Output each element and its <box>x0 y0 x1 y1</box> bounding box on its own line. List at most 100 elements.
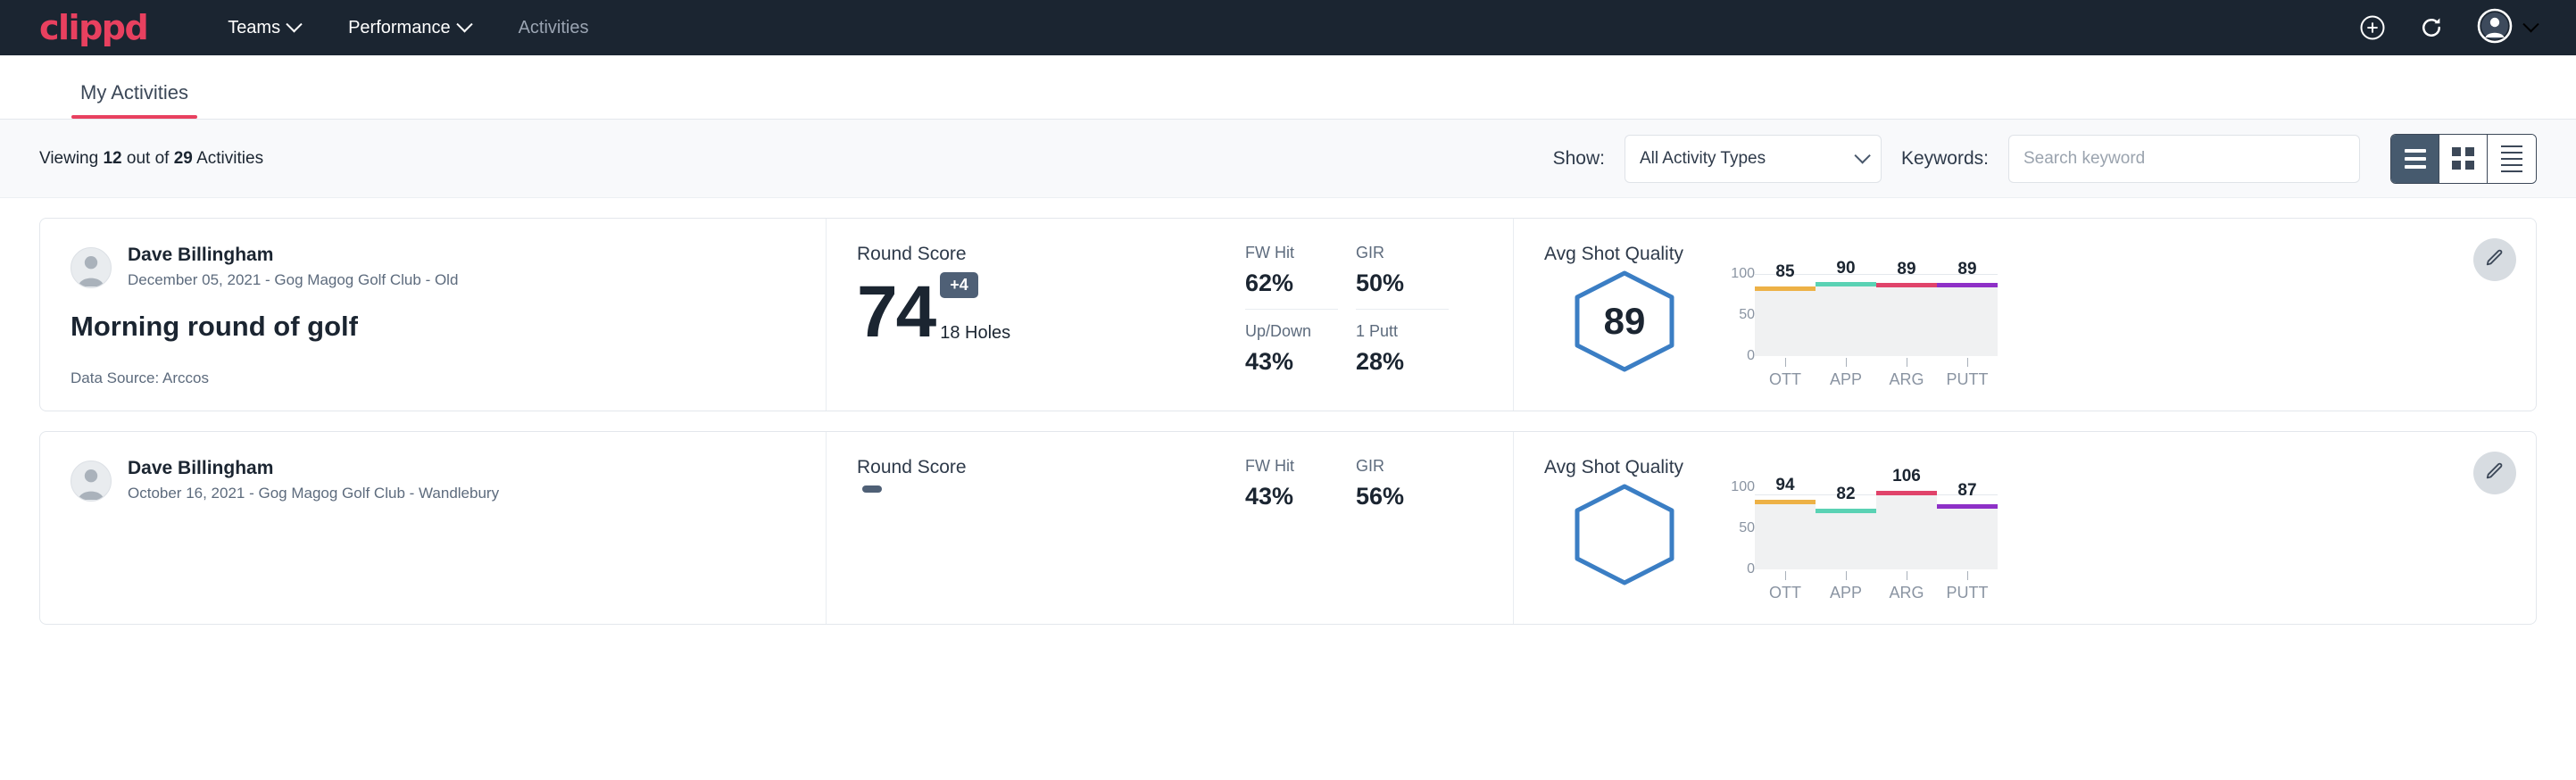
chevron-down-icon <box>2522 16 2539 32</box>
pencil-icon <box>2485 248 2505 272</box>
round-stats: FW Hit 43% GIR 56% <box>1245 432 1513 624</box>
round-score-value: 74 <box>857 278 935 345</box>
activity-meta: December 05, 2021 - Gog Magog Golf Club … <box>128 270 458 291</box>
chart-x-axis: OTT APP ARG PUTT <box>1755 370 1998 389</box>
avg-shot-quality-label: Avg Shot Quality <box>1544 244 2464 265</box>
holes-label: 18 Holes <box>940 323 1010 344</box>
bar-value-app: 90 <box>1816 259 1876 278</box>
activity-user: Dave Billingham October 16, 2021 - Gog M… <box>71 457 795 504</box>
plus-circle-icon[interactable] <box>2359 14 2386 41</box>
x-tick-arg: ARG <box>1876 584 1937 602</box>
activity-card[interactable]: Dave Billingham December 05, 2021 - Gog … <box>39 218 2537 411</box>
bar-putt: 87 <box>1937 487 1998 569</box>
activity-type-select-value: All Activity Types <box>1640 149 1766 169</box>
stat-value-fw-hit: 62% <box>1245 270 1338 297</box>
bar-value-arg: 89 <box>1876 260 1937 279</box>
nav-item-teams-label: Teams <box>228 18 280 38</box>
activity-type-select[interactable]: All Activity Types <box>1625 135 1882 183</box>
stat-value-fw-hit: 43% <box>1245 483 1338 510</box>
bar-value-arg: 106 <box>1876 467 1937 486</box>
stat-label-1-putt: 1 Putt <box>1356 322 1449 341</box>
score-diff-badge: +4 <box>940 272 978 298</box>
avg-shot-quality-value <box>1569 482 1680 587</box>
y-tick-50: 50 <box>1739 307 1755 323</box>
viewing-count: 12 <box>103 149 121 168</box>
chart-plot-area: 85 90 <box>1755 274 1998 356</box>
viewing-prefix: Viewing <box>39 149 103 168</box>
shot-quality-bar-chart: 100 50 0 94 <box>1716 482 2464 602</box>
y-tick-0: 0 <box>1747 348 1755 364</box>
nav-item-performance[interactable]: Performance <box>348 18 470 38</box>
nav-actions <box>2359 8 2537 48</box>
stat-label-gir: GIR <box>1356 244 1449 262</box>
score-diff-badge <box>862 485 882 493</box>
x-tick-putt: PUTT <box>1937 584 1998 602</box>
grid-view-icon[interactable] <box>2439 135 2488 183</box>
search-input[interactable] <box>2008 135 2360 183</box>
stat-group-left: FW Hit 62% Up/Down 43% <box>1245 244 1338 389</box>
viewing-count-text: Viewing 12 out of 29 Activities <box>39 149 263 169</box>
viewing-mid: out of <box>122 149 174 168</box>
tab-my-activities[interactable]: My Activities <box>71 81 197 119</box>
activity-info: Dave Billingham October 16, 2021 - Gog M… <box>40 432 826 624</box>
activity-card[interactable]: Dave Billingham October 16, 2021 - Gog M… <box>39 431 2537 625</box>
nav-item-performance-label: Performance <box>348 18 451 38</box>
view-mode-toggle <box>2390 134 2537 184</box>
bar-app: 90 <box>1816 274 1876 356</box>
chart-plot-area: 94 82 106 <box>1755 487 1998 569</box>
nav-item-activities[interactable]: Activities <box>519 18 589 38</box>
tab-bar: My Activities <box>0 55 2576 120</box>
list-view-icon[interactable] <box>2391 135 2439 183</box>
stat-group-right: GIR 50% 1 Putt 28% <box>1356 244 1449 389</box>
chart-x-axis: OTT APP ARG PUTT <box>1755 584 1998 602</box>
edit-activity-button[interactable] <box>2473 452 2516 494</box>
x-tick-putt: PUTT <box>1937 370 1998 389</box>
user-menu[interactable] <box>2477 8 2537 48</box>
filter-bar: Viewing 12 out of 29 Activities Show: Al… <box>0 120 2576 198</box>
pencil-icon <box>2485 461 2505 485</box>
avg-shot-quality-section: Avg Shot Quality 89 100 50 0 <box>1513 219 2536 411</box>
keywords-label: Keywords: <box>1901 148 1989 170</box>
avg-shot-quality-hexagon: 89 <box>1569 269 1680 374</box>
bar-value-putt: 89 <box>1937 260 1998 279</box>
round-score-label: Round Score <box>857 244 1236 265</box>
round-score-section: Round Score <box>826 432 1245 624</box>
chevron-down-icon <box>1854 147 1870 163</box>
activity-data-source: Data Source: Arccos <box>71 369 795 387</box>
x-tick-ott: OTT <box>1755 584 1816 602</box>
round-score-label: Round Score <box>857 457 1236 478</box>
refresh-icon[interactable] <box>2418 14 2445 41</box>
chart-y-axis: 100 50 0 <box>1716 274 1755 356</box>
nav-item-teams[interactable]: Teams <box>228 18 300 38</box>
x-tick-arg: ARG <box>1876 370 1937 389</box>
chevron-down-icon <box>456 16 472 32</box>
chart-bars: 94 82 106 <box>1755 487 1998 569</box>
avg-shot-quality-label: Avg Shot Quality <box>1544 457 2464 478</box>
bar-ott: 94 <box>1755 487 1816 569</box>
round-score-row <box>857 485 1236 559</box>
stat-value-gir: 56% <box>1356 483 1449 510</box>
stat-label-up-down: Up/Down <box>1245 322 1338 341</box>
activity-info: Dave Billingham December 05, 2021 - Gog … <box>40 219 826 411</box>
stat-label-gir: GIR <box>1356 457 1449 476</box>
stat-group-right: GIR 56% <box>1356 457 1449 602</box>
avg-shot-quality-hexagon <box>1569 482 1680 587</box>
chart-bars: 85 90 <box>1755 274 1998 356</box>
bar-arg: 89 <box>1876 274 1937 356</box>
stat-value-gir: 50% <box>1356 270 1449 297</box>
clippd-logo[interactable]: clippd <box>39 8 147 47</box>
bar-arg: 106 <box>1876 487 1937 569</box>
stat-value-up-down: 43% <box>1245 348 1338 376</box>
edit-activity-button[interactable] <box>2473 238 2516 281</box>
y-tick-50: 50 <box>1739 520 1755 536</box>
stat-label-fw-hit: FW Hit <box>1245 244 1338 262</box>
chevron-down-icon <box>286 16 302 32</box>
stat-divider <box>1356 309 1449 310</box>
filter-controls: Show: All Activity Types Keywords: <box>1553 134 2537 184</box>
x-tick-app: APP <box>1816 584 1876 602</box>
bar-value-ott: 85 <box>1755 262 1816 282</box>
compact-list-icon[interactable] <box>2488 135 2536 183</box>
y-tick-0: 0 <box>1747 561 1755 577</box>
y-tick-100: 100 <box>1731 479 1755 495</box>
avg-shot-quality-section: Avg Shot Quality 100 50 0 <box>1513 432 2536 624</box>
